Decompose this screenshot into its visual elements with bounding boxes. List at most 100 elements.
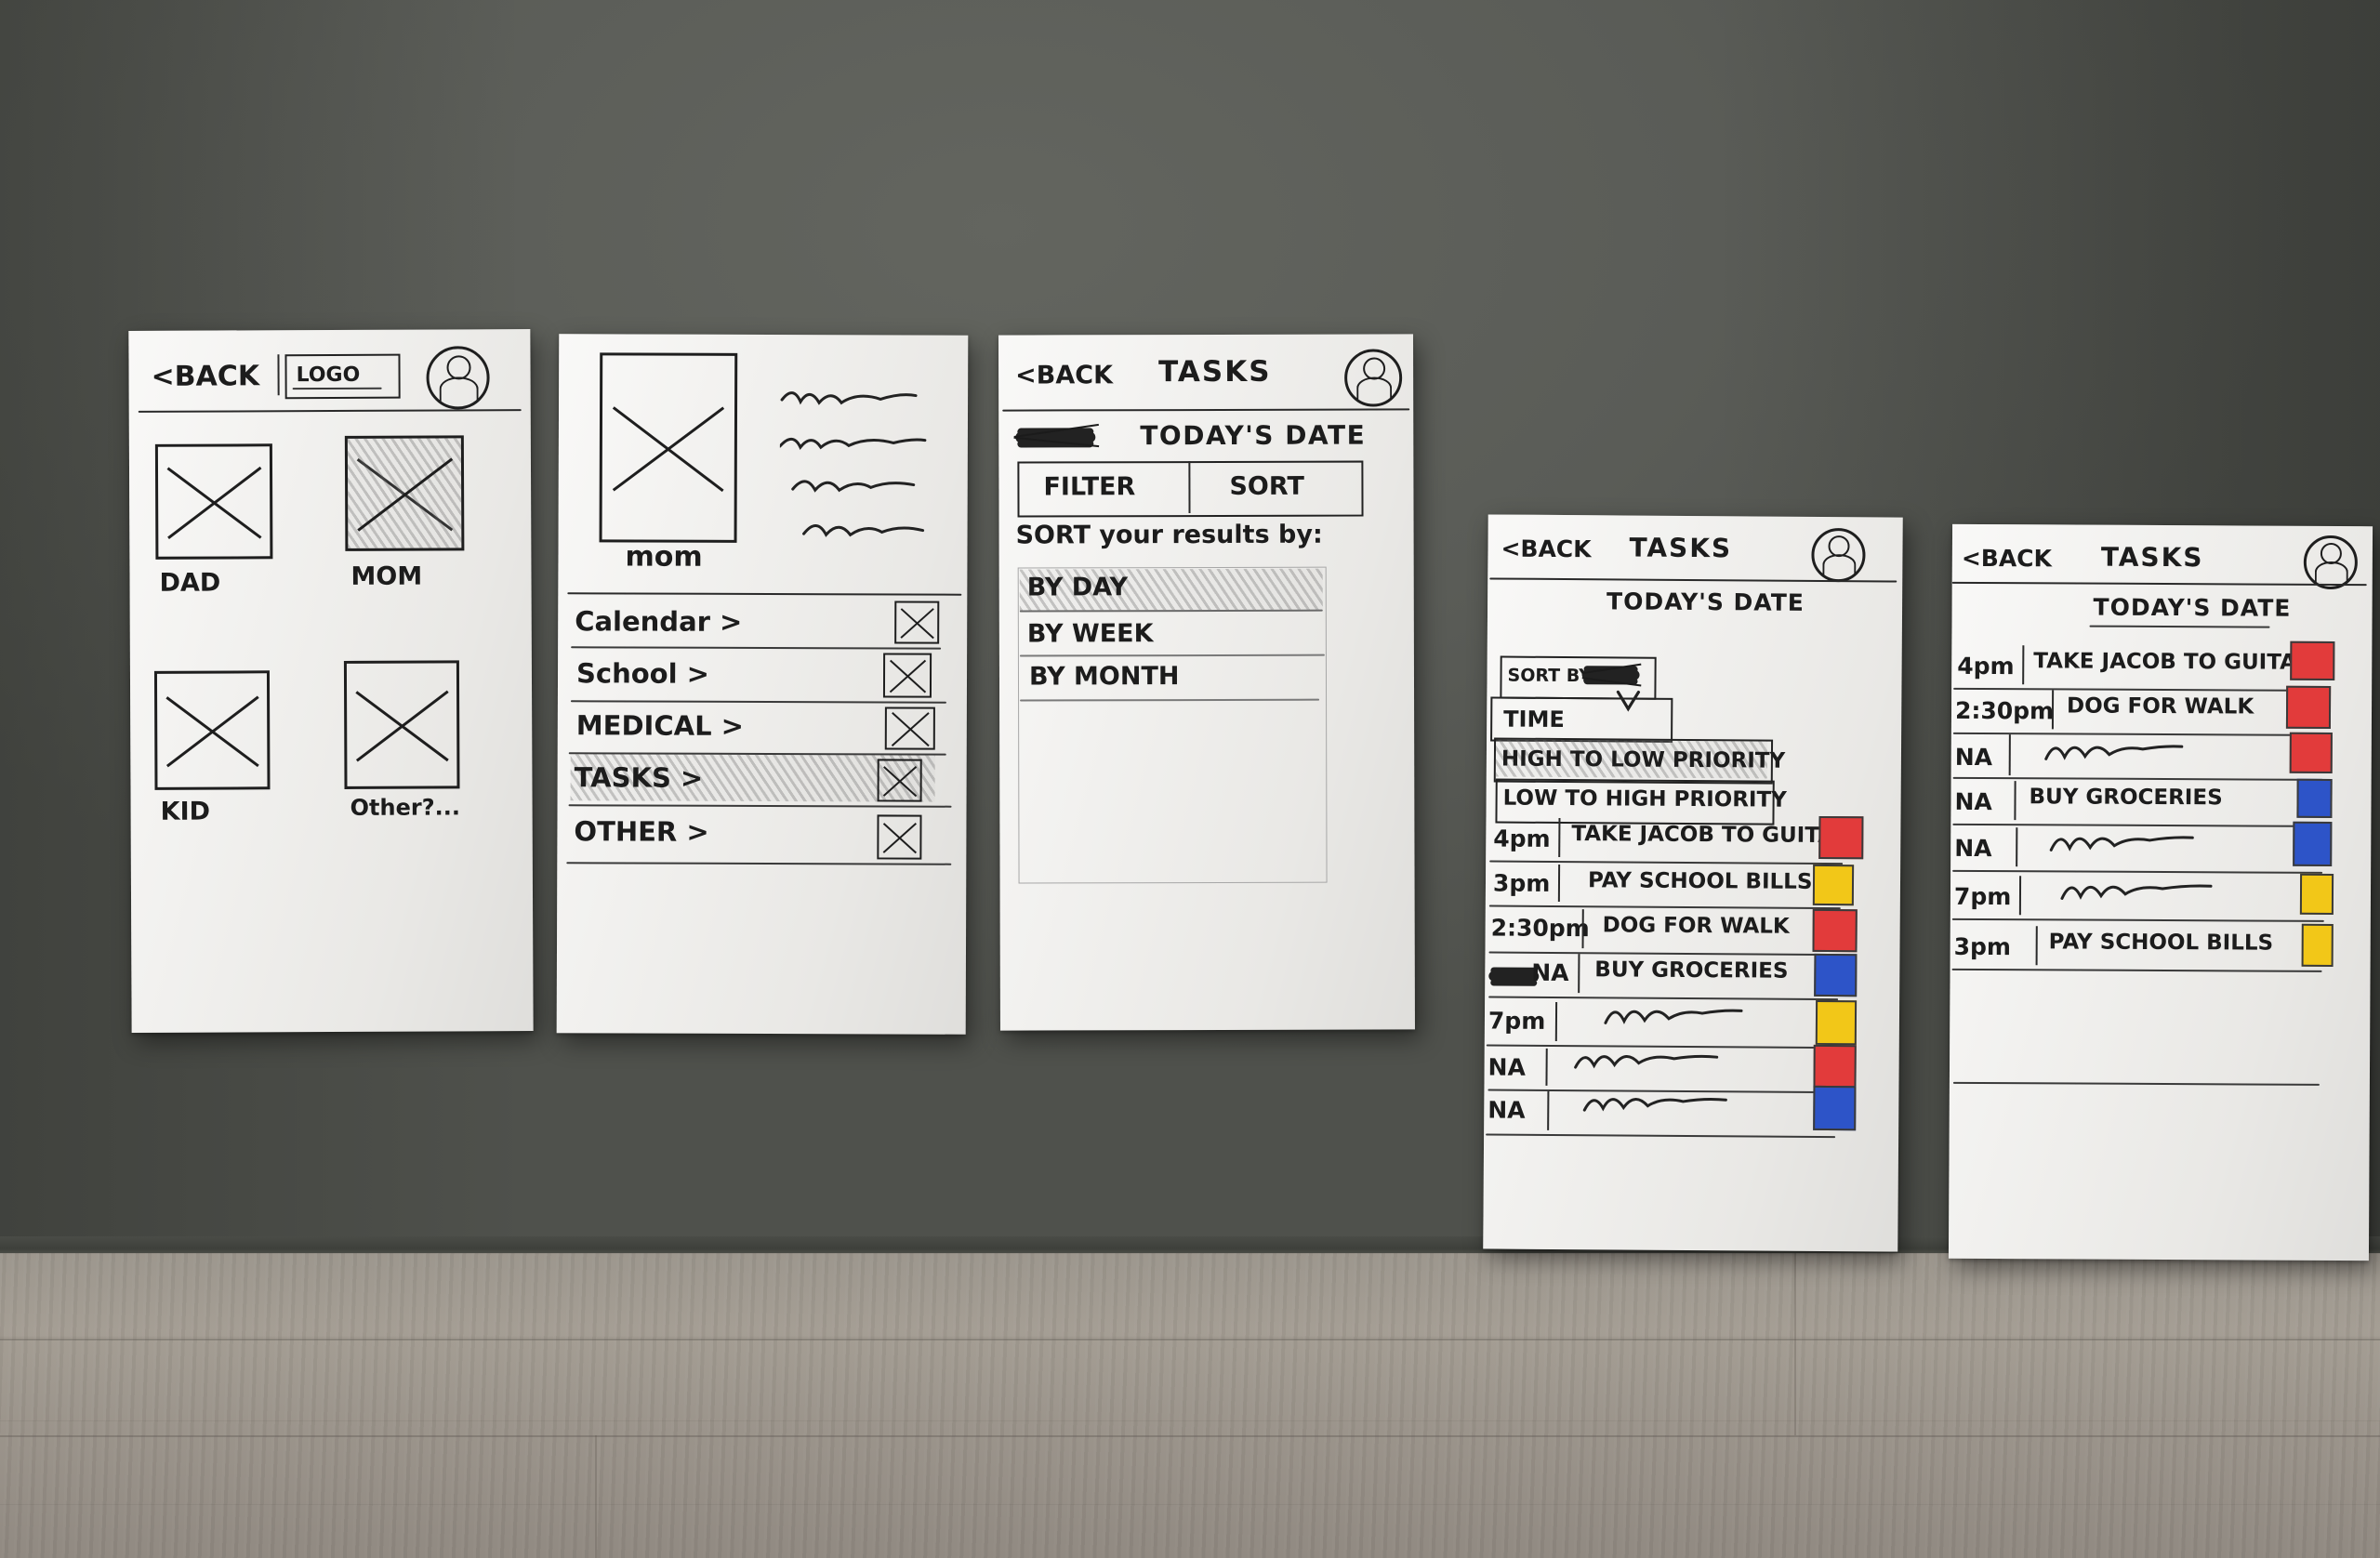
profile-avatar-placeholder[interactable] (599, 352, 738, 543)
priority-swatch-high (1818, 815, 1864, 860)
back-button[interactable]: <BACK (1501, 535, 1591, 563)
task-time: 2:30pm (1954, 696, 2055, 725)
task-time: NA (1954, 834, 1992, 863)
header-divider (138, 409, 522, 413)
floor-plank-seam (0, 1435, 2380, 1437)
profile-tile-image-dad[interactable] (154, 443, 273, 560)
priority-swatch-high (1813, 1044, 1857, 1089)
task-cell-divider (2035, 926, 2038, 966)
checked-box-icon[interactable] (877, 814, 922, 860)
dropdown-option-label: TIME (1503, 706, 1565, 733)
checked-box-icon[interactable] (894, 601, 940, 644)
menu-divider (568, 804, 952, 808)
task-time: NA (1531, 958, 1569, 987)
floor-plank-seam (595, 1435, 597, 1558)
task-divider (1952, 869, 2323, 874)
task-name: DOG FOR WALK (2066, 693, 2254, 720)
menu-top-divider (567, 592, 962, 596)
task-name: BUY GROCERIES (2029, 785, 2223, 811)
task-name: TAKE JACOB TO GUITAR (2033, 649, 2313, 675)
profile-tile-label-other: Other?... (350, 794, 461, 821)
profile-tile-image-kid[interactable] (153, 670, 271, 790)
task-cell-divider (1545, 1048, 1548, 1086)
profile-tile-image-mom[interactable] (344, 435, 465, 551)
back-button[interactable]: <BACK (1962, 545, 2052, 573)
tab-sort[interactable]: SORT (1229, 472, 1303, 501)
task-divider (1488, 904, 1841, 909)
floor-plank-seam (1794, 1253, 1796, 1435)
task-time: 7pm (1488, 1007, 1546, 1035)
task-name: BUY GROCERIES (1594, 957, 1789, 984)
menu-item-label: Calendar > (575, 605, 743, 638)
user-avatar-icon[interactable] (1344, 349, 1403, 407)
user-avatar-icon[interactable] (1811, 527, 1866, 583)
header-divider (1002, 408, 1410, 412)
task-name: TAKE JACOB TO GUITAR (1571, 822, 1851, 849)
wireframe-card-profile-menu[interactable]: mom Calendar > School > MEDICAL > TASKS … (556, 334, 969, 1035)
task-divider (1951, 918, 2324, 922)
profile-name: mom (625, 540, 703, 574)
wireframe-card-tasks-sort[interactable]: <BACK TASKS TODAY'S DATE FILTER SORT SOR… (998, 334, 1415, 1031)
sort-options-panel (1017, 566, 1328, 884)
task-time: 4pm (1957, 652, 2015, 680)
task-name-squiggle (2044, 745, 2184, 760)
logo-label: LOGO (296, 363, 361, 388)
task-divider (1488, 996, 1839, 1000)
menu-item-label: OTHER > (574, 815, 709, 848)
task-divider (1952, 823, 2323, 827)
scribble-out-mark (1581, 662, 1642, 690)
task-time: 2:30pm (1490, 914, 1590, 943)
user-avatar-icon[interactable] (426, 346, 490, 410)
task-cell-divider (2018, 876, 2021, 916)
task-cell-divider (1547, 1090, 1550, 1130)
page-title: TASKS (1629, 532, 1733, 564)
checked-box-icon[interactable] (877, 759, 922, 802)
wireframe-card-profile-select[interactable]: <BACK LOGO DAD MOM KID Other?... (128, 329, 534, 1033)
sort-by-label: SORT BY (1507, 665, 1593, 687)
menu-item-label: MEDICAL > (575, 709, 745, 742)
task-cell-divider (1581, 909, 1584, 949)
menu-divider (566, 862, 952, 865)
profile-tile-label-mom: MOM (350, 561, 423, 591)
priority-swatch-low (1813, 1085, 1857, 1131)
sort-option-by-week[interactable]: BY WEEK (998, 334, 1413, 657)
task-cell-divider (2051, 690, 2054, 730)
task-divider (1951, 968, 2322, 972)
user-avatar-icon[interactable] (2303, 535, 2359, 590)
floor-plank-seam (0, 1339, 2380, 1340)
menu-item-label: School > (575, 657, 710, 690)
task-name-squiggle (1604, 1009, 1743, 1024)
checked-box-icon[interactable] (884, 706, 935, 750)
sort-prompt: SORT your results by: (1015, 520, 1323, 550)
tab-filter[interactable]: FILTER (1043, 472, 1135, 501)
wood-floor (0, 1253, 2380, 1558)
task-cell-divider (2008, 734, 2011, 776)
task-name: PAY SCHOOL BILLS (1587, 868, 1813, 894)
sort-option-by-month[interactable]: BY MONTH (998, 334, 1413, 702)
todays-date-underline (2089, 625, 2270, 628)
back-button[interactable]: <BACK (1015, 361, 1113, 390)
priority-swatch-high (2289, 732, 2333, 773)
dropdown-option-label: LOW TO HIGH PRIORITY (1502, 786, 1787, 812)
wireframe-card-tasks-sorted[interactable]: <BACK TASKS TODAY'S DATE 4pm TAKE JACOB … (1948, 523, 2373, 1261)
priority-swatch-low (1814, 953, 1858, 997)
profile-tile-image-other[interactable] (343, 660, 460, 789)
wireframe-card-tasks-priority[interactable]: <BACK TASKS TODAY'S DATE SORT BY TIME HI… (1483, 514, 1903, 1252)
task-name: PAY SCHOOL BILLS (2048, 930, 2274, 956)
header-divider (1951, 581, 2367, 587)
priority-swatch-medium (1812, 864, 1855, 906)
tab-divider (1188, 461, 1191, 514)
task-divider (1486, 1133, 1836, 1138)
priority-swatch-medium (2301, 923, 2334, 967)
task-divider (1953, 687, 2322, 692)
todays-date-label: TODAY'S DATE (2093, 593, 2292, 622)
task-name-squiggle (1574, 1054, 1719, 1069)
task-divider (1952, 776, 2323, 781)
priority-swatch-medium (2299, 873, 2334, 915)
priority-swatch-high (1812, 908, 1858, 953)
page-title: TASKS (1158, 354, 1272, 390)
priority-swatch-high (2285, 685, 2332, 729)
checked-box-icon[interactable] (882, 653, 932, 698)
sort-option-by-day[interactable]: BY DAY (998, 334, 1413, 613)
back-button[interactable]: <BACK (151, 360, 259, 393)
